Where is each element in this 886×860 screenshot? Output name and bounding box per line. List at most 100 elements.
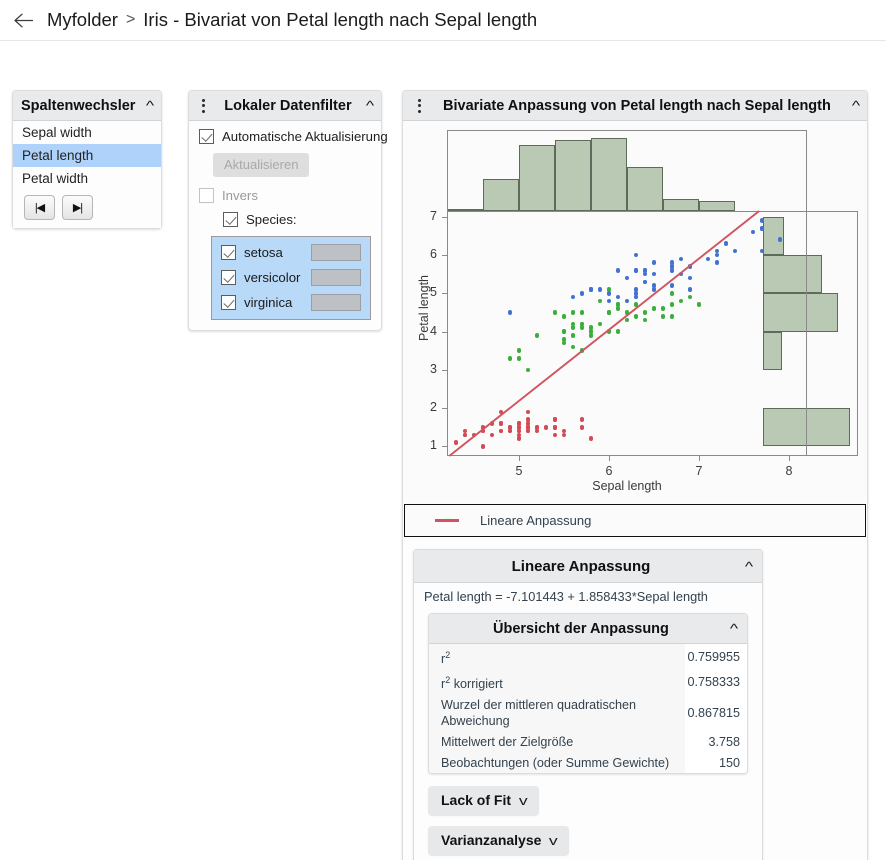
page-title: Iris - Bivariat von Petal length nach Se… bbox=[143, 9, 537, 31]
column-switcher-body: Sepal width Petal length Petal width |◀ … bbox=[13, 121, 161, 228]
species-count-bar-setosa bbox=[311, 244, 361, 261]
top-histogram-frame bbox=[447, 130, 807, 211]
species-checkbox-versicolor[interactable] bbox=[221, 270, 236, 285]
x-tick-mark bbox=[519, 456, 520, 461]
data-filter-header[interactable]: Lokaler Datenfilter ^ bbox=[189, 91, 381, 121]
species-item-versicolor[interactable]: versicolor bbox=[212, 269, 370, 286]
column-nav-buttons: |◀ ▶| bbox=[13, 190, 161, 222]
linear-fit-card: Lineare Anpassung ^ Petal length = -7.10… bbox=[413, 549, 763, 860]
table-row: Wurzel der mittleren quadratischen Abwei… bbox=[429, 694, 747, 731]
stat-value-r2-adj: 0.758333 bbox=[685, 669, 747, 694]
chevron-down-icon: v bbox=[519, 794, 528, 807]
bivariate-header[interactable]: Bivariate Anpassung von Petal length nac… bbox=[403, 91, 867, 121]
stat-label-rmse: Wurzel der mittleren quadratischen Abwei… bbox=[429, 694, 685, 731]
bivariate-plot: 56781234567 Petal length Sepal length bbox=[403, 121, 867, 501]
stat-label-r2-adj: r2 korrigiert bbox=[429, 669, 685, 694]
species-label-setosa: setosa bbox=[244, 245, 311, 260]
column-switcher-header[interactable]: Spaltenwechsler ^ bbox=[13, 91, 161, 121]
lack-of-fit-label: Lack of Fit bbox=[441, 792, 511, 808]
x-tick-mark bbox=[789, 456, 790, 461]
auto-update-checkbox[interactable] bbox=[199, 129, 214, 144]
fit-summary-title: Übersicht der Anpassung bbox=[437, 621, 725, 637]
species-label-versicolor: versicolor bbox=[244, 270, 311, 285]
stat-label-observations: Beobachtungen (oder Summe Gewichte) bbox=[429, 752, 685, 773]
bivariate-title: Bivariate Anpassung von Petal length nac… bbox=[427, 98, 847, 114]
auto-update-row[interactable]: Automatische Aktualisierung bbox=[189, 129, 381, 144]
data-filter-title: Lokaler Datenfilter bbox=[215, 98, 361, 114]
y-tick-label: 3 bbox=[409, 362, 437, 376]
column-item-sepal-width[interactable]: Sepal width bbox=[13, 121, 161, 144]
species-count-bar-versicolor bbox=[311, 269, 361, 286]
kebab-menu-icon[interactable] bbox=[197, 99, 209, 113]
table-row: r2 korrigiert 0.758333 bbox=[429, 669, 747, 694]
fit-summary-table: r2 0.759955 r2 korrigiert 0.758333 Wurze… bbox=[429, 644, 747, 773]
fit-summary-header[interactable]: Übersicht der Anpassung ^ bbox=[429, 614, 747, 644]
species-label-virginica: virginica bbox=[244, 295, 311, 310]
x-tick-label: 5 bbox=[504, 464, 534, 478]
x-tick-label: 8 bbox=[774, 464, 804, 478]
auto-update-label: Automatische Aktualisierung bbox=[222, 129, 388, 144]
chevron-up-icon[interactable]: ^ bbox=[730, 622, 738, 635]
workspace: Spaltenwechsler ^ Sepal width Petal leng… bbox=[0, 41, 886, 860]
variance-analysis-label: Varianzanalyse bbox=[441, 832, 541, 848]
y-tick-label: 1 bbox=[409, 438, 437, 452]
species-group-row[interactable]: Species: bbox=[213, 212, 381, 227]
species-checkbox-setosa[interactable] bbox=[221, 245, 236, 260]
y-axis-label: Petal length bbox=[417, 263, 431, 353]
chevron-up-icon[interactable]: ^ bbox=[366, 99, 374, 112]
linear-fit-title: Lineare Anpassung bbox=[422, 558, 740, 575]
invert-checkbox[interactable] bbox=[199, 188, 214, 203]
species-value-list: setosa versicolor virginica bbox=[211, 236, 371, 320]
species-item-virginica[interactable]: virginica bbox=[212, 294, 370, 311]
stat-label-r2: r2 bbox=[429, 644, 685, 669]
x-tick-mark bbox=[609, 456, 610, 461]
legend-line-swatch bbox=[435, 519, 459, 522]
y-tick-label: 7 bbox=[409, 209, 437, 223]
variance-analysis-button[interactable]: Varianzanalyse v bbox=[428, 826, 569, 855]
species-group-checkbox[interactable] bbox=[223, 212, 238, 227]
species-checkbox-virginica[interactable] bbox=[221, 295, 236, 310]
x-axis-label: Sepal length bbox=[447, 479, 807, 493]
invert-row[interactable]: Invers bbox=[189, 188, 381, 203]
invert-label: Invers bbox=[222, 188, 258, 203]
chevron-up-icon[interactable]: ^ bbox=[745, 560, 753, 573]
x-tick-label: 7 bbox=[684, 464, 714, 478]
x-tick-label: 6 bbox=[594, 464, 624, 478]
column-item-petal-length[interactable]: Petal length bbox=[13, 144, 161, 167]
species-item-setosa[interactable]: setosa bbox=[212, 244, 370, 261]
linear-fit-header[interactable]: Lineare Anpassung ^ bbox=[414, 550, 762, 583]
kebab-menu-icon[interactable] bbox=[413, 99, 425, 113]
bivariate-fit-panel: Bivariate Anpassung von Petal length nac… bbox=[402, 90, 868, 860]
fit-summary-card: Übersicht der Anpassung ^ r2 0.759955 r2… bbox=[428, 613, 748, 774]
stat-value-observations: 150 bbox=[685, 752, 747, 773]
previous-column-button[interactable]: |◀ bbox=[24, 195, 55, 220]
legend-label: Lineare Anpassung bbox=[480, 513, 591, 528]
back-arrow-icon[interactable] bbox=[10, 7, 36, 33]
plot-legend: Lineare Anpassung bbox=[404, 504, 866, 537]
y-tick-label: 6 bbox=[409, 247, 437, 261]
lack-of-fit-button[interactable]: Lack of Fit v bbox=[428, 786, 539, 815]
stat-value-r2: 0.759955 bbox=[685, 644, 747, 669]
next-column-button[interactable]: ▶| bbox=[62, 195, 93, 220]
chevron-up-icon[interactable]: ^ bbox=[146, 99, 154, 112]
species-count-bar-virginica bbox=[311, 294, 361, 311]
linear-fit-line bbox=[447, 211, 807, 456]
y-tick-label: 2 bbox=[409, 400, 437, 414]
breadcrumb-folder[interactable]: Myfolder bbox=[47, 9, 118, 31]
table-row: Beobachtungen (oder Summe Gewichte) 150 bbox=[429, 752, 747, 773]
chevron-down-icon: v bbox=[549, 834, 558, 847]
stat-label-mean: Mittelwert der Zielgröße bbox=[429, 731, 685, 752]
breadcrumb-bar: Myfolder > Iris - Bivariat von Petal len… bbox=[0, 0, 886, 41]
table-row: r2 0.759955 bbox=[429, 644, 747, 669]
update-button[interactable]: Aktualisieren bbox=[213, 153, 309, 177]
stat-value-mean: 3.758 bbox=[685, 731, 747, 752]
fit-equation: Petal length = -7.101443 + 1.858433*Sepa… bbox=[414, 583, 762, 611]
stat-value-rmse: 0.867815 bbox=[685, 694, 747, 731]
column-item-petal-width[interactable]: Petal width bbox=[13, 167, 161, 190]
chevron-up-icon[interactable]: ^ bbox=[852, 99, 860, 112]
breadcrumb-separator: > bbox=[126, 11, 135, 29]
column-switcher-title: Spaltenwechsler bbox=[21, 98, 141, 114]
table-row: Mittelwert der Zielgröße 3.758 bbox=[429, 731, 747, 752]
local-data-filter-panel: Lokaler Datenfilter ^ Automatische Aktua… bbox=[188, 90, 382, 331]
x-tick-mark bbox=[699, 456, 700, 461]
